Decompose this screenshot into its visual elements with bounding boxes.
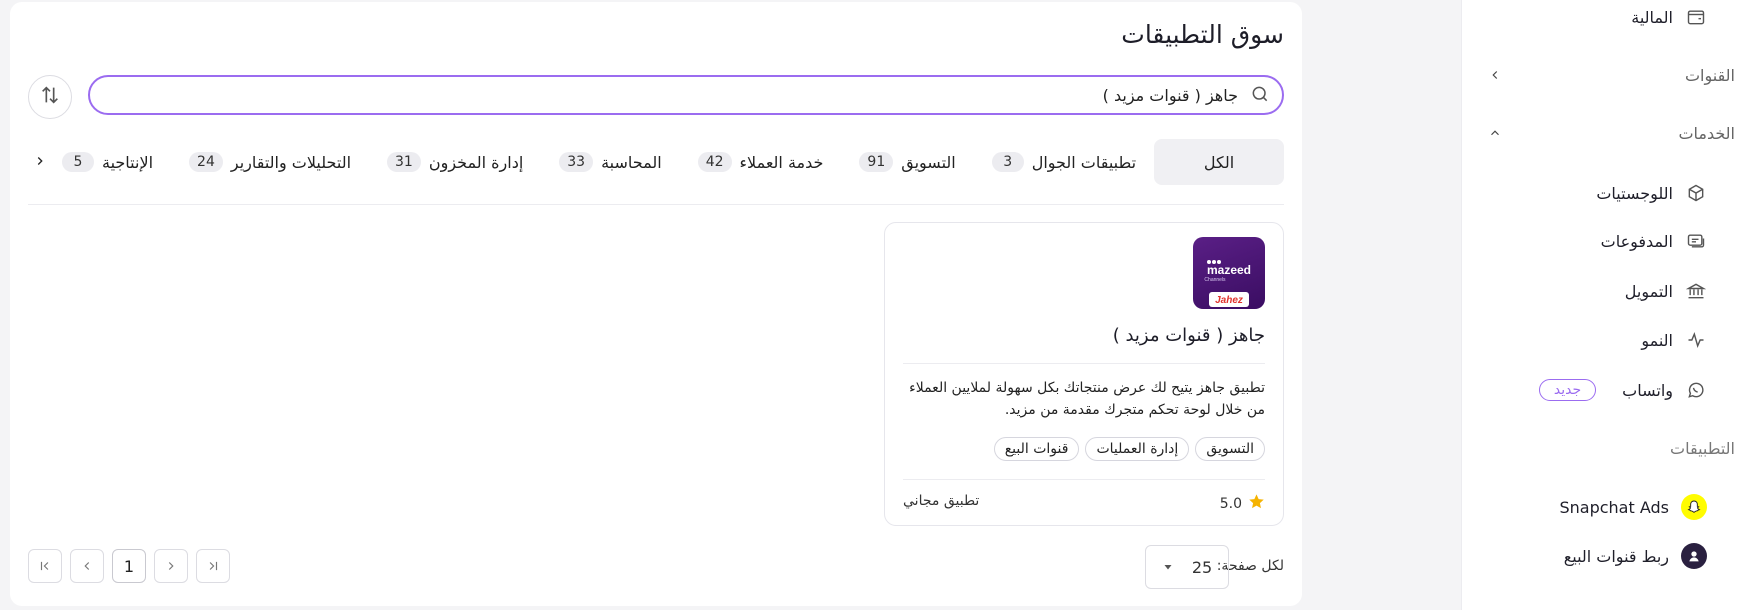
divider (28, 204, 1284, 205)
pagination: 1 (28, 549, 230, 583)
category-tabs: الكل تطبيقات الجوال 3 التسويق 91 خدمة ال… (44, 137, 1284, 187)
page-number-button[interactable]: 1 (112, 549, 146, 583)
sidebar-item-whatsapp[interactable]: واتساب جديد (1487, 373, 1707, 407)
tab-count: 42 (697, 152, 732, 172)
sidebar-section-apps: التطبيقات (1485, 433, 1735, 463)
sidebar-item-label: التمويل (1624, 281, 1673, 301)
sidebar-item-label: المالية (1631, 7, 1673, 27)
tab-productivity[interactable]: الإنتاجية 5 (44, 139, 171, 185)
sidebar-item-funding[interactable]: التمويل (1487, 274, 1707, 308)
tab-label: التسويق (901, 152, 956, 172)
new-badge: جديد (1538, 379, 1597, 401)
bank-icon (1685, 280, 1707, 302)
activity-icon (1685, 329, 1707, 351)
sidebar: المالية القنوات الخدمات اللوجستيات المدف (1461, 0, 1747, 610)
tab-count: 24 (189, 152, 223, 172)
sidebar-item-label: اللوجستيات (1596, 183, 1673, 203)
app-rating: 5.0 (1220, 493, 1265, 514)
tab-label: خدمة العملاء (739, 152, 824, 172)
tab-count: 91 (859, 152, 894, 172)
tab-analytics[interactable]: التحليلات والتقارير 24 (171, 139, 369, 185)
tag: التسويق (1195, 437, 1265, 461)
sidebar-item-growth[interactable]: النمو (1487, 323, 1707, 357)
whatsapp-icon (1685, 379, 1707, 401)
next-page-button[interactable] (154, 549, 188, 583)
svg-text:mazeed: mazeed (1207, 263, 1251, 277)
svg-text:Channels: Channels (1204, 277, 1226, 283)
sidebar-item-label: النمو (1641, 330, 1673, 350)
search-icon (1248, 84, 1270, 106)
search-input[interactable] (102, 84, 1240, 106)
app-tags: التسويق إدارة العمليات قنوات البيع (993, 437, 1265, 461)
tab-count: 3 (991, 152, 1024, 172)
tab-count: 33 (559, 152, 594, 172)
caret-down-icon (1162, 558, 1174, 577)
star-icon (1248, 493, 1265, 514)
tab-customer-service[interactable]: خدمة العملاء 42 (680, 139, 842, 185)
app-price: تطبيق مجاني (903, 493, 980, 509)
sidebar-section-channels[interactable]: القنوات (1485, 60, 1735, 90)
app-logo: mazeed Channels Jahez (1193, 237, 1265, 309)
tab-accounting[interactable]: المحاسبة 33 (541, 139, 679, 185)
svg-text:Jahez: Jahez (1215, 295, 1243, 306)
tab-label: تطبيقات الجوال (1031, 152, 1137, 172)
section-label: الخدمات (1678, 123, 1735, 143)
sidebar-item-label: واتساب (1622, 380, 1673, 400)
section-label: القنوات (1684, 65, 1735, 85)
tab-label: التحليلات والتقارير (230, 152, 352, 172)
chevron-left-icon (84, 562, 90, 570)
tab-marketing[interactable]: التسويق 91 (841, 139, 973, 185)
tab-all[interactable]: الكل (1154, 139, 1284, 185)
first-page-icon (40, 561, 49, 571)
search-bar[interactable] (88, 75, 1284, 115)
first-page-button[interactable] (28, 549, 62, 583)
per-page-select[interactable]: 25 (1145, 545, 1229, 589)
app-name: جاهز ( قنوات مزيد ) (1112, 325, 1265, 346)
sidebar-item-finance[interactable]: المالية (1487, 0, 1707, 34)
wallet-icon (1685, 6, 1707, 28)
sidebar-item-label: Snapchat Ads (1559, 497, 1669, 517)
sort-button[interactable] (28, 75, 72, 119)
app-market-panel: سوق التطبيقات الكل تطبيقات الجوال 3 التس… (10, 2, 1302, 606)
snapchat-icon (1681, 494, 1707, 520)
sidebar-item-snapchat[interactable]: Snapchat Ads (1487, 490, 1707, 524)
per-page-value: 25 (1191, 557, 1213, 577)
sidebar-section-services[interactable]: الخدمات (1485, 118, 1735, 148)
tab-count: 31 (387, 152, 421, 172)
sidebar-item-label: المدفوعات (1600, 231, 1673, 251)
tag: إدارة العمليات (1085, 437, 1190, 461)
sidebar-item-label: ربط قنوات البيع (1563, 546, 1669, 566)
app-card[interactable]: mazeed Channels Jahez جاهز ( قنوات مزيد … (884, 222, 1284, 526)
sales-channel-icon (1681, 543, 1707, 569)
chevron-left-icon (1485, 65, 1505, 85)
divider (903, 363, 1265, 364)
rating-value: 5.0 (1219, 495, 1242, 512)
sidebar-item-sales-channels[interactable]: ربط قنوات البيع (1487, 539, 1707, 573)
sort-icon (39, 84, 61, 110)
tab-inventory[interactable]: إدارة المخزون 31 (369, 139, 541, 185)
chevron-up-icon (1485, 123, 1505, 143)
tab-label: المحاسبة (601, 152, 662, 172)
box-icon (1685, 182, 1707, 204)
card-icon (1685, 230, 1707, 252)
app-description: تطبيق جاهز يتيح لك عرض منتجاتك بكل سهولة… (909, 380, 1265, 418)
sidebar-item-logistics[interactable]: اللوجستيات (1487, 176, 1707, 210)
last-page-icon (209, 561, 218, 571)
section-label: التطبيقات (1670, 438, 1735, 458)
prev-page-button[interactable] (70, 549, 104, 583)
last-page-button[interactable] (196, 549, 230, 583)
tab-count: 5 (62, 152, 94, 172)
tab-mobile-apps[interactable]: تطبيقات الجوال 3 (974, 139, 1154, 185)
tag: قنوات البيع (993, 437, 1080, 461)
tab-label: الكل (1203, 152, 1235, 172)
divider (903, 479, 1265, 480)
chevron-right-icon (168, 562, 174, 570)
page-title: سوق التطبيقات (1121, 20, 1284, 49)
tab-label: الإنتاجية (102, 152, 154, 172)
tabs-scroll-button[interactable] (28, 150, 52, 174)
chevron-right-icon (33, 153, 47, 172)
tab-label: إدارة المخزون (428, 152, 524, 172)
sidebar-item-payments[interactable]: المدفوعات (1487, 224, 1707, 258)
